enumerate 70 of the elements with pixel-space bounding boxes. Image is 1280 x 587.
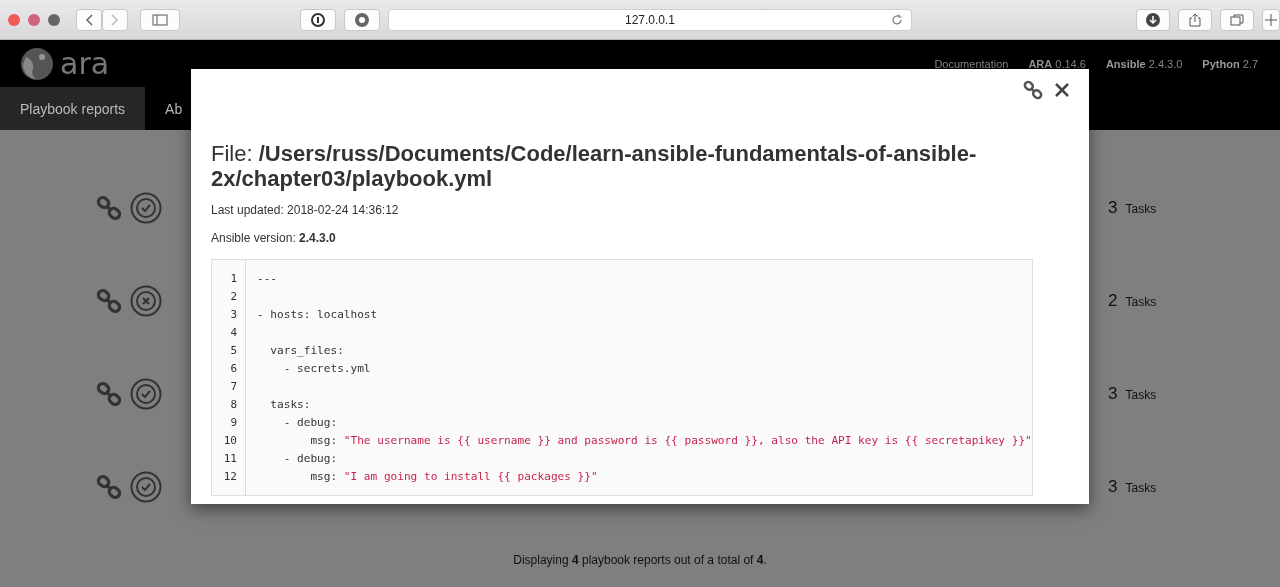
close-window-icon[interactable] [8,13,20,26]
file-title: File: /Users/russ/Documents/Code/learn-ansible-fundamentals-of-ansible-2x/chapter03/playbook.yml [211,141,978,191]
nav-link[interactable]: Documentation [934,57,1009,70]
task-count: 3 [1108,383,1118,404]
code-line: - debug: [282,415,339,431]
nav-link[interactable]: ARA 0.14.6 [1028,57,1086,70]
chevron-right-icon [111,13,119,26]
link-icon[interactable] [96,287,122,314]
nav-tab[interactable]: Ab [145,87,203,130]
code-line: vars_files: [269,343,345,359]
circle-icon [355,12,369,27]
ansible-version: Ansible version: 2.4.3.0 [211,231,337,245]
globe-logo-icon [20,46,54,81]
minimize-window-icon[interactable] [28,13,40,26]
line-number: 9 [230,415,237,431]
task-count: 3 [1108,197,1118,218]
line-number: 12 [223,469,237,485]
sidebar-button[interactable] [140,8,180,31]
link-icon[interactable] [96,380,122,407]
logo-text: ara [60,46,110,81]
back-button[interactable] [76,8,102,31]
line-number: 5 [230,343,237,359]
share-button[interactable] [1178,8,1212,31]
close-icon[interactable] [1055,83,1069,97]
task-label: Tasks [1125,387,1157,402]
last-updated: Last updated: 2018-02-24 14:36:12 [211,203,400,217]
new-tab-button[interactable] [1262,8,1280,31]
task-count: 2 [1108,290,1118,311]
chevron-left-icon [85,13,93,26]
link-icon[interactable] [96,194,122,221]
tabs-button[interactable] [1220,8,1254,31]
permalink-icon[interactable] [1023,80,1043,100]
plus-icon [1265,13,1277,26]
line-number: 3 [230,307,237,323]
nav-tab[interactable]: Playbook reports [0,87,146,130]
info-circle-icon [311,12,325,27]
link-icon[interactable] [96,473,122,500]
downloads-button[interactable] [1136,8,1170,31]
nav-link[interactable]: Ansible 2.4.3.0 [1105,57,1183,70]
tabs-icon [1230,13,1244,26]
url-text: 127.0.0.1 [624,12,675,27]
code-line: msg: "I am going to install {{ packages }}" [309,469,599,485]
nav-link[interactable]: Python 2.7 [1202,57,1258,70]
line-number: 11 [223,451,237,467]
line-number: 4 [230,325,237,341]
download-icon [1146,12,1160,27]
reload-icon[interactable] [891,13,903,26]
password-button[interactable] [300,8,336,31]
code-line: - debug: [282,451,339,467]
pagination-summary: Displaying 4 playbook reports out of a total of 4. [513,553,767,567]
address-bar[interactable]: 127.0.0.1 [388,8,912,31]
code-line: msg: "The username is {{ username }} and password is {{ password }}, also the API key is {{ secretapikey }}" [309,433,1032,449]
zoom-window-icon[interactable] [48,13,60,26]
line-number: 1 [230,271,237,287]
task-label: Tasks [1125,201,1157,216]
extension-button[interactable] [344,8,380,31]
line-number: 2 [230,289,237,305]
line-number: 6 [230,361,237,377]
code-line: - hosts: localhost [257,307,379,323]
task-label: Tasks [1125,480,1157,495]
share-icon [1189,12,1201,27]
task-label: Tasks [1125,294,1157,309]
task-count: 3 [1108,476,1118,497]
code-line: - secrets.yml [282,361,372,377]
code-line: tasks: [269,397,312,413]
line-number: 7 [230,379,237,395]
sidebar-icon [152,13,168,26]
code-line: --- [257,271,279,287]
line-number: 10 [223,433,237,449]
line-number: 8 [230,397,237,413]
